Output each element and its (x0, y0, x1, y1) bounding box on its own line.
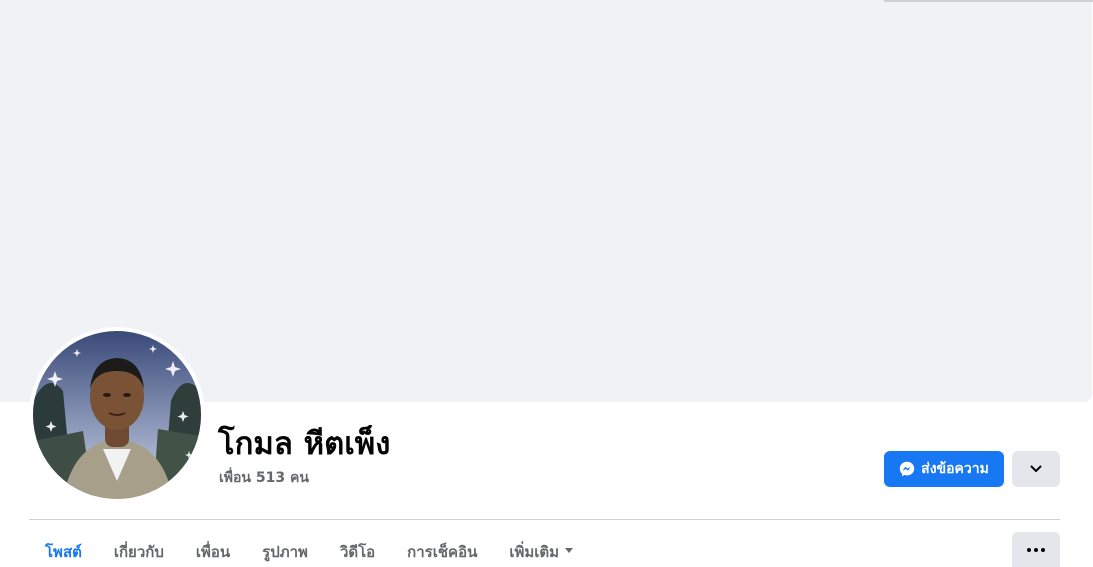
profile-page: โกมล หีตเพ็ง เพื่อน 513 คน ส่งข้อความ โพ… (0, 0, 1093, 567)
tab-label: รูปภาพ (262, 543, 308, 561)
tab-label: เพื่อน (195, 543, 231, 561)
tab-check-ins[interactable]: การเช็คอิน (391, 528, 493, 567)
tab-about[interactable]: เกี่ยวกับ (98, 528, 180, 567)
messenger-icon (899, 461, 915, 477)
friends-count[interactable]: เพื่อน 513 คน (219, 468, 309, 488)
more-dots-icon (1041, 547, 1045, 552)
send-message-label: ส่งข้อความ (921, 461, 989, 477)
chevron-down-icon (1030, 465, 1042, 472)
tab-posts[interactable]: โพสต์ (29, 528, 98, 567)
cover-edit-edge (884, 0, 1093, 2)
tab-label: การเช็คอิน (407, 543, 478, 561)
tab-label: เพิ่มเติม (509, 543, 560, 561)
tab-videos[interactable]: วิดีโอ (324, 528, 391, 567)
header-divider (29, 519, 1060, 520)
more-dots-icon (1034, 547, 1038, 552)
more-options-button[interactable] (1012, 532, 1060, 567)
tab-label: วิดีโอ (339, 543, 376, 561)
more-dots-icon (1027, 547, 1031, 552)
profile-tabs: โพสต์ เกี่ยวกับ เพื่อน รูปภาพ วิดีโอ การ… (29, 528, 589, 567)
caret-down-icon (565, 548, 574, 553)
tab-label: โพสต์ (45, 543, 82, 561)
tab-more[interactable]: เพิ่มเติม (493, 528, 589, 567)
tab-friends[interactable]: เพื่อน (180, 528, 246, 567)
avatar[interactable] (33, 331, 201, 499)
send-message-button[interactable]: ส่งข้อความ (884, 451, 1004, 487)
tab-label: เกี่ยวกับ (113, 543, 164, 561)
profile-actions-dropdown-button[interactable] (1012, 451, 1060, 487)
profile-name: โกมล หีตเพ็ง (218, 426, 391, 462)
avatar-image (33, 331, 201, 499)
tab-photos[interactable]: รูปภาพ (246, 528, 324, 567)
